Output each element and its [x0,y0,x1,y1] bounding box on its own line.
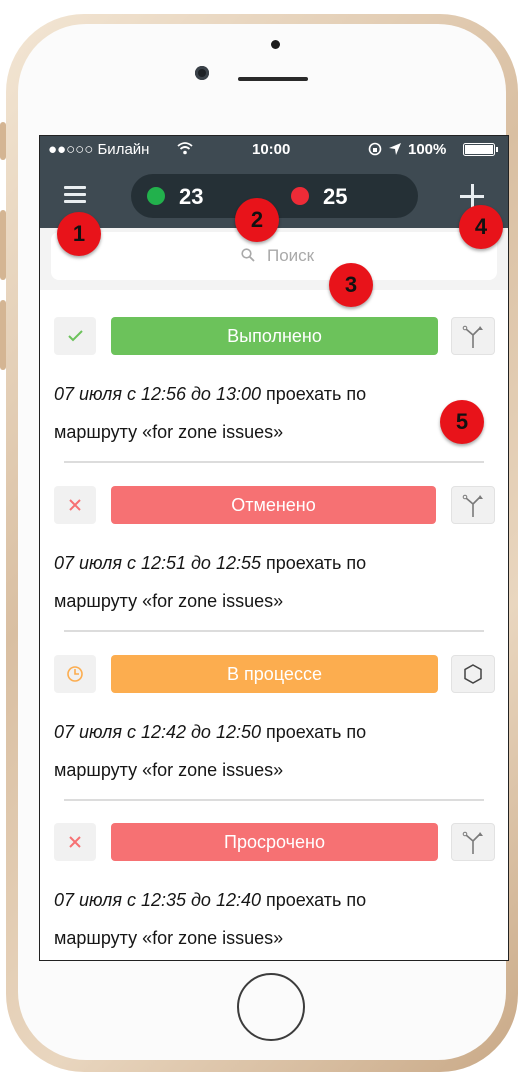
callout-badge: 5 [440,400,484,444]
ios-status-bar: ●●○○○ Билайн 10:00 100% [40,136,508,162]
task-date: 07 июля с 12:42 до 12:50 [54,722,261,742]
magnifier-icon [241,248,255,262]
front-camera [195,66,209,80]
task-text: проехать по [261,384,367,404]
volume-up-button [0,210,6,280]
task-date: 07 июля с 12:56 до 13:00 [54,384,261,404]
task-description: 07 июля с 12:42 до 12:50 проехать по мар… [54,713,474,789]
task-text: проехать по [261,553,367,573]
task-text: проехать по [261,722,367,742]
task-route: маршруту «for zone issues» [54,928,284,948]
task-status-label: Выполнено [111,317,438,355]
location-arrow-icon [389,143,401,155]
task-divider [64,799,484,801]
battery-percent: 100% [408,141,447,158]
task-date: 07 июля с 12:35 до 12:40 [54,890,261,910]
task-status-label: В процессе [111,655,438,693]
volume-down-button [0,300,6,370]
cross-icon[interactable] [54,486,96,524]
task-description: 07 июля с 12:56 до 13:00 проехать по мар… [54,375,474,451]
check-icon[interactable] [54,317,96,355]
route-fork-icon[interactable] [451,317,495,355]
task-description: 07 июля с 12:35 до 12:40 проехать по мар… [54,881,474,957]
task-description: 07 июля с 12:51 до 12:55 проехать по мар… [54,544,474,620]
green-status-dot [147,187,165,205]
earpiece-speaker [238,77,308,81]
task-route: маршруту «for zone issues» [54,591,284,611]
carrier-label: ●●○○○ Билайн [48,141,150,158]
callout-badge: 3 [329,263,373,307]
search-placeholder: Поиск [267,246,315,265]
hamburger-menu-icon[interactable] [64,186,86,204]
task-divider [64,461,484,463]
red-status-dot [291,187,309,205]
task-status-label: Отменено [111,486,436,524]
green-counter: 23 [179,184,204,209]
callout-badge: 2 [235,198,279,242]
task-route: маршруту «for zone issues» [54,422,284,442]
task-divider [64,630,484,632]
cross-icon[interactable] [54,823,96,861]
search-bar-area: Поиск [40,228,508,290]
callout-badge: 4 [459,205,503,249]
home-button[interactable] [237,973,305,1041]
callout-badge: 1 [57,212,101,256]
route-fork-icon[interactable] [451,823,495,861]
proximity-sensor [271,40,280,49]
route-fork-icon[interactable] [451,486,495,524]
clock-time: 10:00 [252,141,291,158]
task-date: 07 июля с 12:51 до 12:55 [54,553,261,573]
search-input[interactable]: Поиск [51,232,497,280]
rotation-lock-icon [368,142,382,156]
task-text: проехать по [261,890,367,910]
mute-switch [0,122,6,160]
battery-icon [463,143,498,156]
clock-icon[interactable] [54,655,96,693]
app-screen: ●●○○○ Билайн 10:00 100% 23 25 Поиск Выпо… [39,135,509,961]
red-counter: 25 [323,184,348,209]
task-route: маршруту «for zone issues» [54,760,284,780]
hexagon-zone-icon[interactable] [451,655,495,693]
wifi-icon [177,142,193,155]
task-status-label: Просрочено [111,823,438,861]
